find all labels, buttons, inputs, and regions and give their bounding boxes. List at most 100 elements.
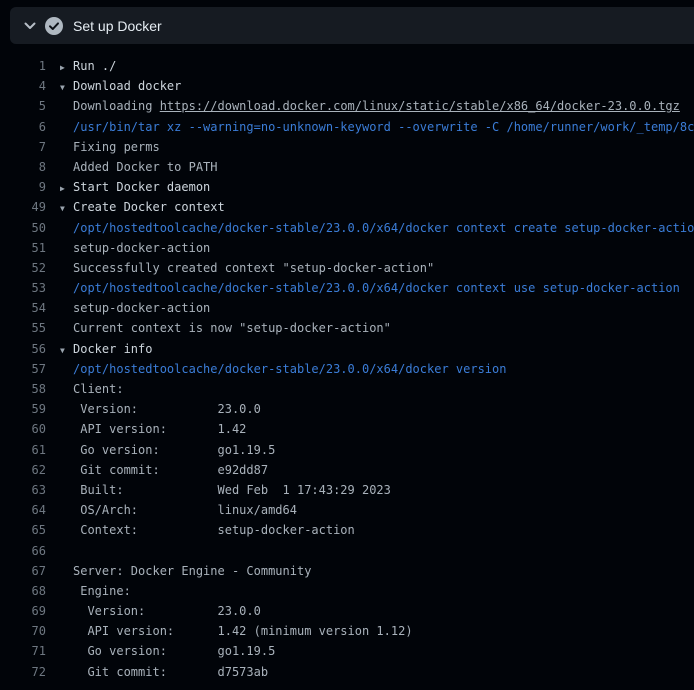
log-row: 67 Server: Docker Engine - Community: [0, 561, 694, 581]
log-row: 51 setup-docker-action: [0, 238, 694, 258]
log-text: Git commit: d7573ab: [73, 662, 268, 682]
log-row: 54setup-docker-action: [0, 298, 694, 318]
chevron-down-icon[interactable]: [23, 19, 37, 33]
log-row: 62 Git commit: e92dd87: [0, 460, 694, 480]
log-text: Create Docker context: [73, 197, 225, 217]
log-row: 61 Go version: go1.19.5: [0, 440, 694, 460]
line-number[interactable]: 53: [0, 278, 46, 298]
line-number[interactable]: 7: [0, 137, 46, 157]
log-text: API version: 1.42 (minimum version 1.12): [73, 621, 413, 641]
triangle-right-icon: ▶: [46, 58, 73, 78]
log-text: Added Docker to PATH: [73, 157, 218, 177]
line-number[interactable]: 4: [0, 76, 46, 96]
line-number[interactable]: 71: [0, 641, 46, 661]
line-number[interactable]: 9: [0, 177, 46, 197]
log-row: 52 Successfully created context "setup-do…: [0, 258, 694, 278]
log-text: Client:: [73, 379, 124, 399]
step-title: Set up Docker: [73, 18, 162, 34]
log-group-row[interactable]: 1▶Run ./: [0, 56, 694, 76]
log-row: 58 Client:: [0, 379, 694, 399]
log-command-text: /opt/hostedtoolcache/docker-stable/23.0.…: [73, 218, 694, 238]
triangle-right-icon: ▶: [46, 179, 73, 199]
log-text: setup-docker-action: [73, 238, 210, 258]
step-header[interactable]: Set up Docker: [10, 7, 694, 44]
line-number[interactable]: 58: [0, 379, 46, 399]
log-row: 60 API version: 1.42: [0, 419, 694, 439]
log-text: OS/Arch: linux/amd64: [73, 500, 297, 520]
log-row: 5 Downloading https://download.docker.com…: [0, 96, 694, 116]
line-number[interactable]: 50: [0, 218, 46, 238]
log-group-row[interactable]: 56▼Docker info: [0, 339, 694, 359]
line-number[interactable]: 6: [0, 117, 46, 137]
log-row: 6/usr/bin/tar xz --warning=no-unknown-ke…: [0, 117, 694, 137]
line-number[interactable]: 70: [0, 621, 46, 641]
log-row: 59 Version: 23.0.0: [0, 399, 694, 419]
log-row: 71 Go version: go1.19.5: [0, 641, 694, 661]
line-number[interactable]: 55: [0, 318, 46, 338]
log-text: Run ./: [73, 56, 116, 76]
log-text: Server: Docker Engine - Community: [73, 561, 311, 581]
log-row: 70 API version: 1.42 (minimum version 1.…: [0, 621, 694, 641]
check-circle-icon: [45, 17, 63, 35]
log-text: Downloading https://download.docker.com/…: [73, 96, 680, 116]
log-text: Start Docker daemon: [73, 177, 210, 197]
line-number[interactable]: 69: [0, 601, 46, 621]
log-text: Fixing perms: [73, 137, 160, 157]
log-row: 7 Fixing perms: [0, 137, 694, 157]
log-text: Context: setup-docker-action: [73, 520, 355, 540]
line-number[interactable]: 61: [0, 440, 46, 460]
log-row: 65 Context: setup-docker-action: [0, 520, 694, 540]
line-number[interactable]: 49: [0, 197, 46, 217]
log-text: Built: Wed Feb 1 17:43:29 2023: [73, 480, 391, 500]
log-text: Version: 23.0.0: [73, 601, 261, 621]
log-row: 72 Git commit: d7573ab: [0, 662, 694, 682]
log-lines: 1▶Run ./4▼Download docker5Downloading ht…: [0, 56, 694, 682]
log-row: 53/opt/hostedtoolcache/docker-stable/23.…: [0, 278, 694, 298]
line-number[interactable]: 8: [0, 157, 46, 177]
log-row: 69 Version: 23.0.0: [0, 601, 694, 621]
line-number[interactable]: 64: [0, 500, 46, 520]
line-number[interactable]: 62: [0, 460, 46, 480]
log-row: 64 OS/Arch: linux/amd64: [0, 500, 694, 520]
line-number[interactable]: 5: [0, 96, 46, 116]
line-number[interactable]: 66: [0, 541, 46, 561]
log-row: 68 Engine:: [0, 581, 694, 601]
triangle-down-icon: ▼: [46, 78, 73, 98]
triangle-down-icon: ▼: [46, 199, 73, 219]
line-number[interactable]: 57: [0, 359, 46, 379]
line-number[interactable]: 59: [0, 399, 46, 419]
line-number[interactable]: 54: [0, 298, 46, 318]
log-command-text: /usr/bin/tar xz --warning=no-unknown-key…: [73, 117, 694, 137]
line-number[interactable]: 67: [0, 561, 46, 581]
line-number[interactable]: 56: [0, 339, 46, 359]
line-number[interactable]: 68: [0, 581, 46, 601]
line-number[interactable]: 63: [0, 480, 46, 500]
line-number[interactable]: 60: [0, 419, 46, 439]
log-text: Version: 23.0.0: [73, 399, 261, 419]
line-number[interactable]: 52: [0, 258, 46, 278]
log-row: 57/opt/hostedtoolcache/docker-stable/23.…: [0, 359, 694, 379]
triangle-down-icon: ▼: [46, 341, 73, 361]
log-text: Git commit: e92dd87: [73, 460, 268, 480]
log-text: Go version: go1.19.5: [73, 440, 275, 460]
log-text: API version: 1.42: [73, 419, 246, 439]
log-text: Docker info: [73, 339, 152, 359]
line-number[interactable]: 65: [0, 520, 46, 540]
log-row: 50/opt/hostedtoolcache/docker-stable/23.…: [0, 218, 694, 238]
log-group-row[interactable]: 4▼Download docker: [0, 76, 694, 96]
line-number[interactable]: 72: [0, 662, 46, 682]
log-text: Current context is now "setup-docker-act…: [73, 318, 391, 338]
log-text: Go version: go1.19.5: [73, 641, 275, 661]
line-number[interactable]: 51: [0, 238, 46, 258]
log-text: Successfully created context "setup-dock…: [73, 258, 434, 278]
log-group-row[interactable]: 9▶Start Docker daemon: [0, 177, 694, 197]
line-number[interactable]: 1: [0, 56, 46, 76]
log-text: Downloading: [73, 99, 160, 113]
log-row: 63 Built: Wed Feb 1 17:43:29 2023: [0, 480, 694, 500]
log-link[interactable]: https://download.docker.com/linux/static…: [160, 99, 680, 113]
log-command-text: /opt/hostedtoolcache/docker-stable/23.0.…: [73, 278, 680, 298]
log-row: 8 Added Docker to PATH: [0, 157, 694, 177]
log-group-row[interactable]: 49▼Create Docker context: [0, 197, 694, 217]
log-text: Download docker: [73, 76, 181, 96]
log-text: Engine:: [73, 581, 131, 601]
